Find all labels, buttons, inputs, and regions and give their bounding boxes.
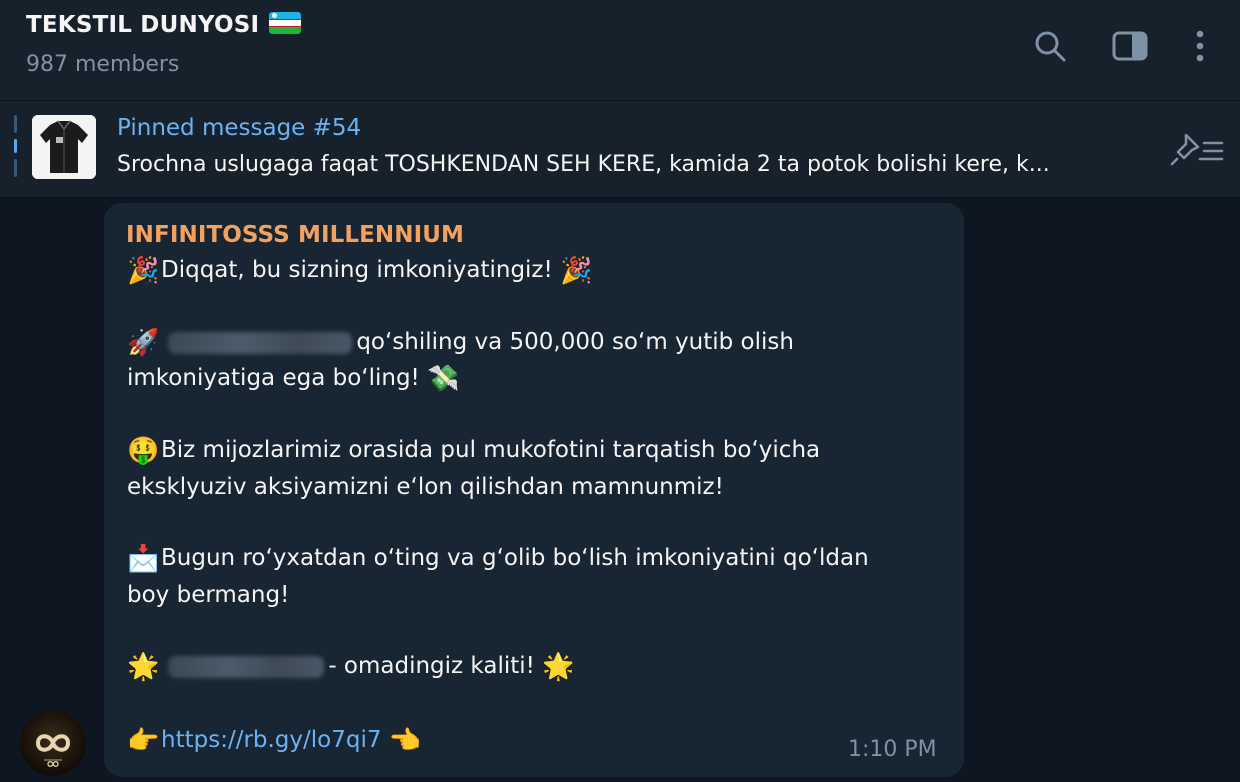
message-line: 📩Bugun ro‘yxatdan o‘ting va g‘olib bo‘li…: [127, 544, 869, 574]
message-line: 🤑Biz mijozlarimiz orasida pul mukofotini…: [127, 436, 820, 466]
message-text: qo‘shiling va 500,000 so‘m yutib olish: [356, 329, 794, 355]
pinned-indicator-segment: [14, 115, 17, 133]
member-count: 987 members: [26, 52, 180, 77]
pinned-indicator-segment: [14, 159, 17, 177]
message-text: imkoniyatiga ega bo‘ling!: [127, 365, 420, 391]
message-text: - omadingiz kaliti!: [328, 653, 535, 679]
message-line: 👉https://rb.gy/lo7qi7 👈: [127, 726, 423, 756]
message-text: boy bermang!: [127, 582, 290, 608]
point-left-icon: 👈: [388, 726, 422, 756]
message-line: 🎉Diqqat, bu sizning imkoniyatingiz! 🎉: [127, 256, 594, 286]
chat-title-text: TEKSTIL DUNYOSI: [26, 12, 260, 38]
message-text: Bugun ro‘yxatdan o‘ting va g‘olib bo‘lis…: [161, 545, 869, 571]
message-text: eksklyuziv aksiyamizni e‘lon qilishdan m…: [127, 474, 724, 500]
party-popper-icon: 🎉: [560, 256, 593, 286]
chat-title[interactable]: TEKSTIL DUNYOSI: [26, 11, 302, 38]
pinned-message-title: Pinned message #54: [117, 115, 362, 141]
blurred-text: [168, 655, 325, 678]
message-line: imkoniyatiga ega bo‘ling! 💸: [127, 364, 461, 394]
message-text: Biz mijozlarimiz orasida pul mukofotini …: [161, 437, 821, 463]
sender-name[interactable]: INFINITOSSS MILLENNIUM: [126, 222, 464, 248]
pinned-list-icon[interactable]: [1168, 129, 1228, 169]
pinned-indicator-active: [14, 139, 17, 153]
money-mouth-face-icon: 🤑: [127, 436, 160, 466]
money-with-wings-icon: 💸: [427, 364, 460, 394]
message-timestamp: 1:10 PM: [848, 737, 937, 762]
message-text: Diqqat, bu sizning imkoniyatingiz!: [161, 257, 553, 283]
point-right-icon: 👉: [127, 726, 160, 756]
infinity-logo-icon: [35, 734, 71, 767]
sender-avatar[interactable]: [20, 710, 86, 776]
party-popper-icon: 🎉: [127, 256, 160, 286]
uzbekistan-flag-icon: [269, 11, 302, 34]
pinned-thumbnail: [32, 115, 96, 179]
chat-header: TEKSTIL DUNYOSI 987 members: [0, 0, 1240, 101]
glowing-star-icon: 🌟: [542, 652, 575, 682]
rocket-icon: 🚀: [127, 328, 160, 358]
envelope-arrow-icon: 📩: [127, 544, 160, 574]
message-line: 🌟 - omadingiz kaliti! 🌟: [127, 652, 576, 682]
blurred-text: [168, 331, 353, 354]
message-line: boy bermang!: [127, 582, 289, 608]
sidebar-toggle-icon[interactable]: [1110, 26, 1150, 66]
more-vertical-icon[interactable]: [1180, 26, 1220, 66]
message-link[interactable]: https://rb.gy/lo7qi7: [161, 727, 382, 753]
message-line: 🚀 qo‘shiling va 500,000 so‘m yutib olish: [127, 328, 794, 358]
glowing-star-icon: 🌟: [127, 652, 160, 682]
message-line: eksklyuziv aksiyamizni e‘lon qilishdan m…: [127, 474, 724, 500]
pinned-message-text: Srochna uslugaga faqat TOSHKENDAN SEH KE…: [117, 152, 1050, 177]
search-icon[interactable]: [1030, 26, 1070, 66]
